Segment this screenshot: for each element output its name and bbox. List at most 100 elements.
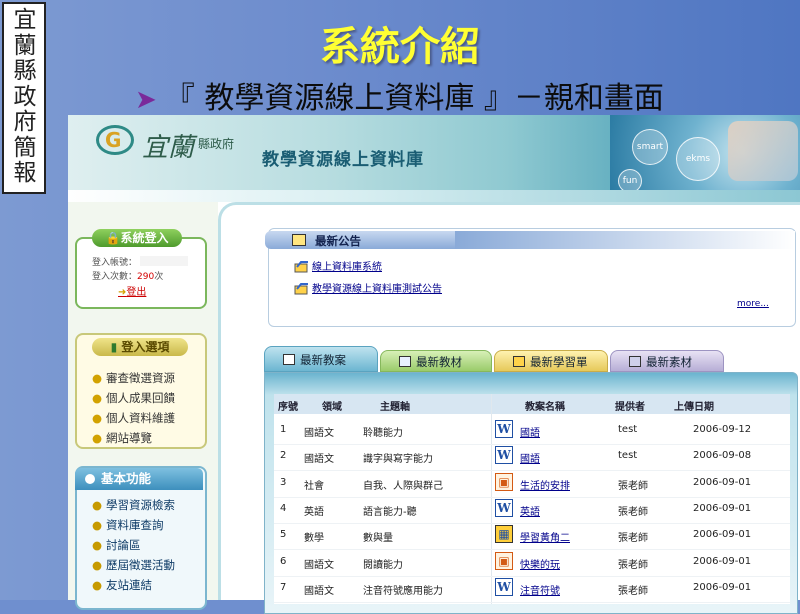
news-more-link[interactable]: more... [737,299,769,309]
slide-title: 系統介紹 [320,23,480,70]
cell-no: 2 [280,450,287,461]
news-item-2[interactable]: 教學資源線上資料庫測試公告 [312,280,442,295]
cell-topic: 自我、人際與群己 [363,481,443,492]
news-item-icon [294,280,308,295]
col-header-date: 上傳日期 [674,402,714,413]
cell-date: 2006-09-01 [693,556,752,567]
col-header-name: 教案名稱 [525,402,565,413]
logo-text: 宜蘭 [142,133,195,163]
cell-date: 2006-09-01 [693,503,752,514]
login-account-value [139,256,188,266]
option-item-feedback[interactable]: ● 個人成果回饋 [92,390,175,406]
cell-topic: 語言能力-聽 [363,507,417,518]
tab-latest-assets[interactable]: 最新素材 [610,350,724,372]
basic-functions-header: 基本功能 [75,468,203,490]
col-header-no: 序號 [278,402,298,413]
cell-date: 2006-09-12 [693,424,752,435]
cell-provider: test [618,424,638,435]
keyboard-hand-image [728,121,798,181]
bullet-icon: ● [92,558,103,572]
option-item-guide[interactable]: ● 網站導覽 [92,430,152,446]
multimedia-icon[interactable]: ▦ [495,525,513,543]
tab-latest-worksheets[interactable]: 最新學習單 [494,350,608,372]
slide-subtitle: ➤ 『 教學資源線上資料庫 』－親和畫面 [135,73,664,117]
basic-item-label: 討論區 [106,538,141,552]
col-header-provider: 提供者 [615,402,645,413]
banner-decoration: smart ekms fun [610,115,800,193]
cell-no: 1 [280,424,287,435]
site-banner: G 宜蘭 縣政府 教學資源線上資料庫 smart ekms fun [68,115,800,193]
option-item-profile[interactable]: ● 個人資料維護 [92,410,175,426]
word-icon[interactable]: W [495,499,513,517]
cell-domain: 數學 [304,533,324,544]
cell-provider: 張老師 [618,586,648,597]
tab-latest-materials[interactable]: 最新教材 [380,350,492,372]
cell-lesson-name-link[interactable]: 國語 [520,450,540,465]
cell-date: 2006-09-08 [693,450,752,461]
basic-item-forum[interactable]: ● 討論區 [92,537,141,553]
login-count-unit: 次 [154,272,164,282]
tab-label: 最新素材 [646,355,692,369]
basic-item-links[interactable]: ● 友站連結 [92,577,152,593]
cell-topic: 識字與寫字能力 [363,454,433,465]
cell-domain: 英語 [304,507,324,518]
news-header-fade [455,231,795,249]
tab-label: 最新教案 [300,353,346,367]
cell-lesson-name-link[interactable]: 快樂的玩 [520,556,560,571]
basic-item-label: 歷屆徵選活動 [106,558,176,572]
basic-item-search[interactable]: ● 學習資源檢索 [92,497,175,513]
basic-item-label: 學習資源檢索 [106,498,176,512]
basic-item-db-query[interactable]: ● 資料庫查詢 [92,517,164,533]
cell-lesson-name-link[interactable]: 英語 [520,503,540,518]
bullet-icon: ● [92,411,103,425]
cell-provider: 張老師 [618,481,648,492]
cell-date: 2006-09-01 [693,582,752,593]
tab-label: 最新學習單 [530,355,588,369]
cell-no: 3 [280,477,287,488]
bullet-icon: ● [92,371,103,385]
ppt-icon[interactable]: ▣ [495,552,513,570]
bubble-smart: smart [632,129,668,165]
cell-provider: test [618,450,638,461]
news-item-icon [294,258,308,273]
word-icon[interactable]: W [495,420,513,438]
bullet-icon: ● [92,538,103,552]
bullet-icon: ● [92,518,103,532]
media-icon [629,356,641,367]
bullet-icon: ● [92,498,103,512]
cell-no: 4 [280,503,287,514]
cell-lesson-name-link[interactable]: 學習黃角二 [520,529,570,544]
book-icon [399,356,411,367]
news-item-1[interactable]: 線上資料庫系統 [312,258,382,273]
option-item-review[interactable]: ● 審查徵選資源 [92,370,175,386]
document-icon [283,354,295,365]
word-icon[interactable]: W [495,446,513,464]
cell-lesson-name-link[interactable]: 注音符號 [520,582,560,597]
tab-latest-lessons[interactable]: 最新教案 [264,346,378,372]
bullet-icon: ● [92,431,103,445]
cell-lesson-name-link[interactable]: 國語 [520,424,540,439]
word-icon[interactable]: W [495,578,513,596]
cell-provider: 張老師 [618,533,648,544]
login-account-row: 登入帳號： [92,255,188,268]
basic-item-past-events[interactable]: ● 歷屆徵選活動 [92,557,175,573]
banner-band [68,190,800,202]
arrow-bullet-icon: ➤ [135,85,157,115]
cell-provider: 張老師 [618,560,648,571]
cell-domain: 國語文 [304,586,334,597]
col-header-topic: 主題軸 [380,402,410,413]
option-item-label: 審查徵選資源 [106,371,176,385]
cell-lesson-name-link[interactable]: 生活的安排 [520,477,570,492]
slide-subtitle-text: 『 教學資源線上資料庫 』－親和畫面 [164,81,664,116]
cell-date: 2006-09-01 [693,477,752,488]
options-header: ▮ 登入選項 [92,338,188,356]
logout-link[interactable]: ➜登出 [118,283,146,298]
cell-topic: 閱讀能力 [363,560,403,571]
bullet-icon: ● [92,578,103,592]
ppt-icon[interactable]: ▣ [495,473,513,491]
cell-no: 7 [280,582,287,593]
login-header-label: 系統登入 [120,231,169,245]
cell-domain: 社會 [304,481,324,492]
cell-no: 6 [280,556,287,567]
cell-domain: 國語文 [304,454,334,465]
